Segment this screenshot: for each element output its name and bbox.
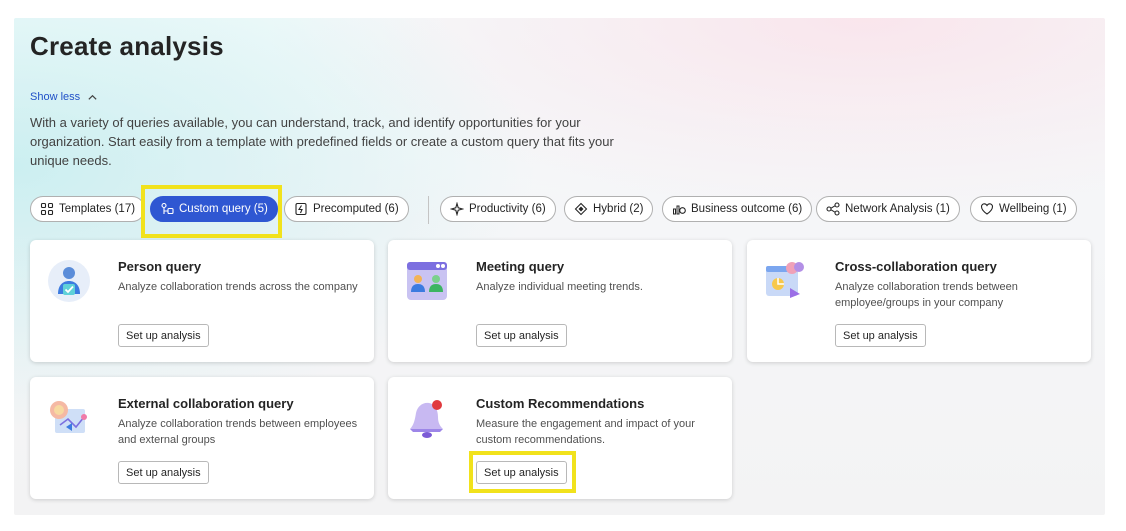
filter-chip-label: Business outcome (6): [691, 203, 803, 215]
card-description: Analyze collaboration trends between emp…: [118, 418, 358, 446]
filter-chip-business-outcome[interactable]: Business outcome (6): [662, 196, 813, 222]
card-external-collaboration-query: External collaboration query Analyze col…: [30, 377, 374, 499]
show-less-label: Show less: [30, 91, 81, 103]
set-up-analysis-button[interactable]: Set up analysis: [476, 461, 567, 484]
card-description: Analyze collaboration trends between emp…: [835, 281, 1018, 309]
grid-icon: [40, 202, 54, 216]
filter-chip-label: Network Analysis (1): [845, 203, 950, 215]
set-up-analysis-button[interactable]: Set up analysis: [835, 324, 926, 347]
precomputed-icon: [295, 202, 307, 216]
filter-chip-network-analysis[interactable]: Network Analysis (1): [816, 196, 960, 222]
card-custom-recommendations: Custom Recommendations Measure the engag…: [388, 377, 732, 499]
card-meeting-query: Meeting query Analyze individual meeting…: [388, 240, 732, 362]
filter-chip-label: Productivity (6): [469, 203, 546, 215]
create-analysis-panel: Create analysis Show less With a variety…: [14, 18, 1105, 515]
custom-query-icon: [161, 202, 174, 215]
page-title: Create analysis: [30, 31, 224, 61]
filter-chip-label: Precomputed (6): [313, 203, 399, 215]
hybrid-icon: [574, 202, 588, 216]
card-title: Cross-collaboration query: [835, 259, 997, 274]
set-up-analysis-button[interactable]: Set up analysis: [118, 324, 209, 347]
meeting-query-illustration: [407, 262, 447, 300]
filter-chip-wellbeing[interactable]: Wellbeing (1): [970, 196, 1077, 222]
card-person-query: Person query Analyze collaboration trend…: [30, 240, 374, 362]
filter-chip-label: Hybrid (2): [593, 203, 644, 215]
filter-chip-templates[interactable]: Templates (17): [30, 196, 146, 222]
show-less-toggle[interactable]: Show less: [30, 91, 98, 103]
filter-chip-label: Custom query (5): [179, 203, 268, 215]
bell-illustration: [410, 400, 443, 438]
card-title: Person query: [118, 259, 202, 274]
business-outcome-icon: [673, 205, 686, 215]
card-description: Measure the engagement and impact of you…: [476, 418, 695, 446]
page-description: With a variety of queries available, you…: [30, 115, 614, 168]
network-icon: [826, 202, 840, 216]
card-title: External collaboration query: [118, 396, 294, 411]
external-collaboration-illustration: [50, 401, 87, 433]
filter-chip-precomputed[interactable]: Precomputed (6): [284, 196, 409, 222]
set-up-analysis-button[interactable]: Set up analysis: [118, 461, 209, 484]
filter-chip-hybrid[interactable]: Hybrid (2): [564, 196, 654, 222]
chevron-up-icon: [88, 94, 97, 100]
card-cross-collaboration-query: Cross-collaboration query Analyze collab…: [747, 240, 1091, 362]
person-query-illustration: [48, 260, 90, 302]
heart-icon: [980, 203, 994, 215]
set-up-analysis-button[interactable]: Set up analysis: [476, 324, 567, 347]
filter-chip-productivity[interactable]: Productivity (6): [440, 196, 556, 222]
filter-chip-custom-query[interactable]: Custom query (5): [150, 196, 278, 222]
card-title: Custom Recommendations: [476, 396, 645, 411]
card-description: Analyze individual meeting trends.: [476, 281, 643, 293]
card-title: Meeting query: [476, 259, 565, 274]
sparkle-icon: [450, 202, 464, 216]
filter-chip-label: Wellbeing (1): [999, 203, 1067, 215]
cross-collaboration-illustration: [766, 262, 804, 298]
filter-chip-label: Templates (17): [59, 203, 136, 215]
filter-divider: [428, 196, 429, 224]
card-description: Analyze collaboration trends across the …: [118, 281, 358, 293]
